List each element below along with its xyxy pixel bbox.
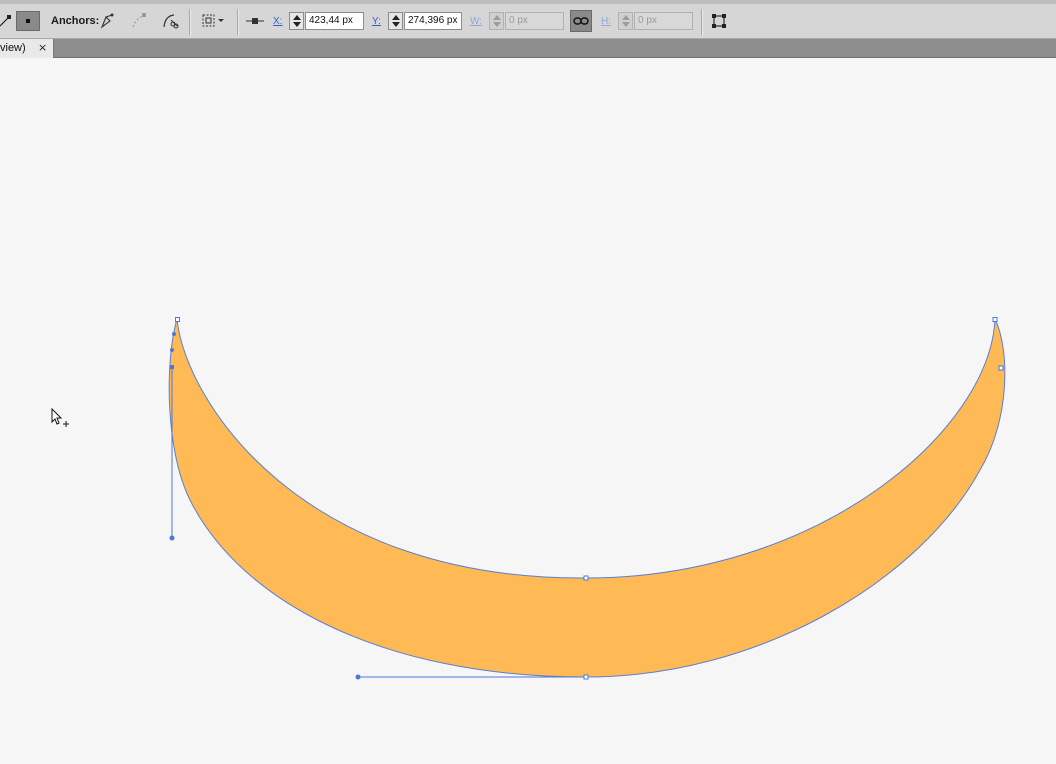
direct-selection-cursor-icon: [51, 407, 69, 427]
anchor-point[interactable]: [992, 317, 998, 322]
separator: [189, 9, 191, 35]
isolate-selection-icon[interactable]: [199, 11, 227, 31]
anchor-point[interactable]: [175, 317, 180, 322]
direction-handle[interactable]: [172, 332, 176, 336]
direction-handle[interactable]: [170, 348, 174, 352]
document-tab-label: view): [0, 42, 26, 54]
y-label[interactable]: Y:: [372, 16, 381, 27]
anchors-label: Anchors:: [51, 15, 100, 27]
separator: [701, 9, 703, 35]
direction-handle[interactable]: [169, 535, 175, 541]
x-stepper[interactable]: [289, 12, 304, 30]
close-icon[interactable]: ×: [38, 41, 47, 54]
w-label: W:: [470, 16, 483, 27]
h-field: 0 px: [634, 12, 693, 30]
show-handles-icon[interactable]: [0, 11, 16, 31]
y-stepper[interactable]: [388, 12, 403, 30]
document-tab-bar: view) ×: [0, 39, 1056, 58]
align-anchors-icon[interactable]: [244, 11, 266, 31]
illustrator-window: Anchors: X: 423,44 px Y: 274,396 px W: 0…: [0, 0, 1056, 764]
artwork-svg: [51, 317, 1006, 680]
anchor-point[interactable]: [998, 365, 1004, 371]
transform-icon[interactable]: [708, 11, 730, 31]
crescent-shape[interactable]: [168, 318, 1006, 678]
convert-anchor-icon[interactable]: [96, 11, 118, 31]
x-field[interactable]: 423,44 px: [305, 12, 364, 30]
y-field[interactable]: 274,396 px: [404, 12, 462, 30]
artboard-canvas[interactable]: [0, 58, 1056, 764]
anchor-point-selected[interactable]: [170, 365, 174, 369]
hide-handles-icon[interactable]: [16, 11, 40, 31]
remove-anchor-icon[interactable]: [128, 11, 150, 31]
h-label: H:: [601, 16, 611, 27]
link-constrain-icon[interactable]: [570, 10, 592, 32]
control-bar: Anchors: X: 423,44 px Y: 274,396 px W: 0…: [0, 0, 1056, 39]
document-tab[interactable]: view) ×: [0, 39, 54, 58]
cut-path-icon[interactable]: [159, 11, 181, 31]
x-label[interactable]: X:: [273, 16, 282, 27]
h-stepper: [618, 12, 633, 30]
anchor-point[interactable]: [583, 575, 589, 581]
direction-handle[interactable]: [355, 674, 361, 680]
anchor-point[interactable]: [583, 674, 589, 680]
separator: [237, 9, 239, 35]
w-field: 0 px: [505, 12, 564, 30]
w-stepper: [489, 12, 504, 30]
